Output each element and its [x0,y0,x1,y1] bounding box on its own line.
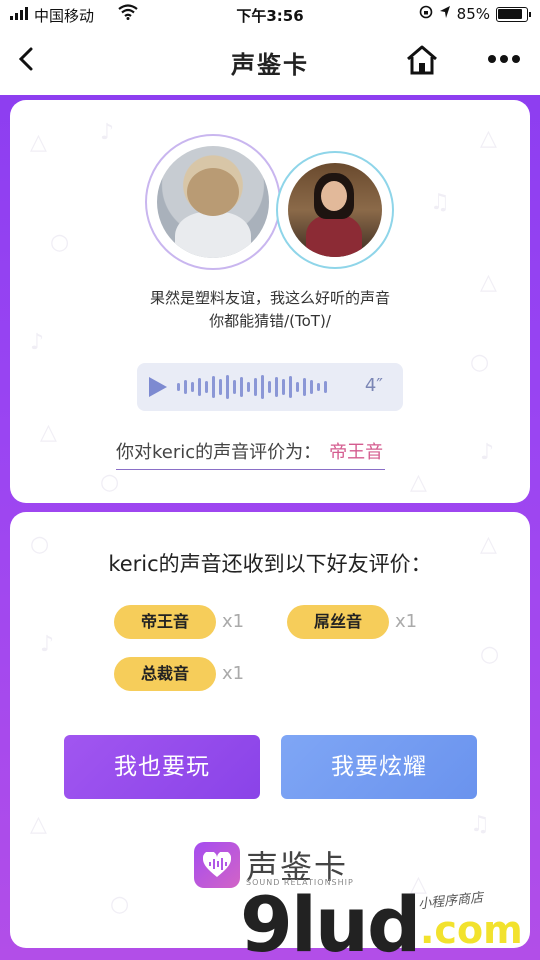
result-message-line1: 果然是塑料友谊，我这么好听的声音 [149,289,390,307]
rating-line: 你对keric的声音评价为： 帝王音 [116,438,386,470]
voice-duration: 4″ [364,375,383,396]
home-icon[interactable] [404,43,440,77]
voice-message[interactable]: 4″ [137,363,403,411]
ratings-title: keric的声音还收到以下好友评价： [108,552,432,576]
friend-avatar [288,163,382,257]
user-avatar [157,146,269,258]
show-off-button[interactable]: 我要炫耀 [281,735,477,799]
battery-percent: 85% [456,5,490,23]
play-too-button[interactable]: 我也要玩 [64,735,260,799]
navigation-bar: 声鉴卡 [0,30,540,90]
result-message-line2: 你都能猜错/(ToT)/ [209,312,331,330]
status-bar: 中国移动 下午3:56 85% [0,0,540,30]
app-logo-icon [194,842,240,888]
rating-count: x1 [222,611,245,632]
voice-result-card: △ ♪ △ ♫ ○ △ ♪ ○ △ ♪ ○ △ 果然是塑料友谊，我这么好听的声音 你都能猜错/(… [10,100,530,503]
rating-tag: 屌丝音 [287,605,389,639]
play-icon[interactable] [149,377,167,397]
rating-value: 帝王音 [329,442,384,463]
battery-icon [496,6,531,22]
rating-count: x1 [395,611,418,632]
rating-tag: 帝王音 [114,605,216,639]
page-title: 声鉴卡 [231,51,309,79]
rating-tag: 总裁音 [114,657,216,691]
watermark-logo: 9lud [240,880,421,960]
location-icon [439,5,451,23]
more-icon[interactable] [484,44,524,74]
rating-count: x1 [222,663,245,684]
waveform-icon [177,373,327,401]
rating-label: 你对keric的声音评价为： [116,442,322,463]
rotation-lock-icon [419,5,433,23]
watermark-domain: .com [420,908,523,952]
top-bar: 中国移动 下午3:56 85% 声鉴卡 [0,0,540,95]
